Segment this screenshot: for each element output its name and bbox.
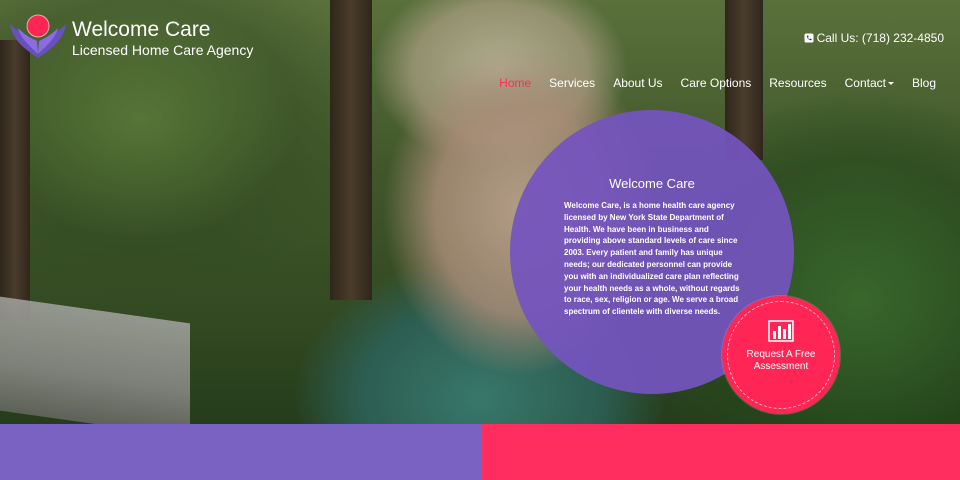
bottom-band-pink — [481, 424, 960, 480]
phone-label: Call Us: (718) 232-4850 — [816, 31, 944, 45]
nav-item-home[interactable]: Home — [489, 76, 539, 90]
brand-title[interactable]: Welcome Care — [72, 18, 211, 42]
info-body: Welcome Care, is a home health care agen… — [564, 201, 740, 317]
bar-chart-icon — [768, 320, 794, 342]
nav-label: Blog — [911, 76, 936, 90]
bottom-band-purple — [0, 424, 481, 480]
nav-label: Services — [549, 76, 596, 90]
phone-link[interactable]: Call Us: (718) 232-4850 — [804, 31, 944, 45]
brand-subtitle: Licensed Home Care Agency — [72, 42, 254, 58]
nav-item-resources[interactable]: Resources — [759, 76, 834, 90]
main-navigation: Home Services About Us Care Options Reso… — [489, 76, 944, 90]
cta-label-line2: Assessment — [753, 361, 809, 372]
chevron-down-icon — [887, 81, 894, 85]
nav-label: Resources — [769, 76, 827, 90]
nav-item-services[interactable]: Services — [539, 76, 603, 90]
info-title: Welcome Care — [609, 176, 695, 191]
nav-item-blog[interactable]: Blog — [902, 76, 944, 90]
cta-label: Request A Free Assessment — [722, 349, 840, 373]
nav-label: About Us — [613, 76, 663, 90]
nav-label: Contact — [844, 76, 886, 90]
nav-item-contact[interactable]: Contact — [835, 76, 902, 90]
cta-label-line1: Request A Free — [746, 349, 816, 360]
nav-item-care-options[interactable]: Care Options — [671, 76, 760, 90]
request-assessment-button[interactable]: Request A Free Assessment — [722, 296, 840, 414]
nav-item-about-us[interactable]: About Us — [603, 76, 670, 90]
nav-label: Care Options — [680, 76, 752, 90]
nav-label: Home — [499, 76, 532, 90]
logo-icon[interactable] — [8, 10, 68, 62]
phone-icon — [804, 33, 814, 43]
